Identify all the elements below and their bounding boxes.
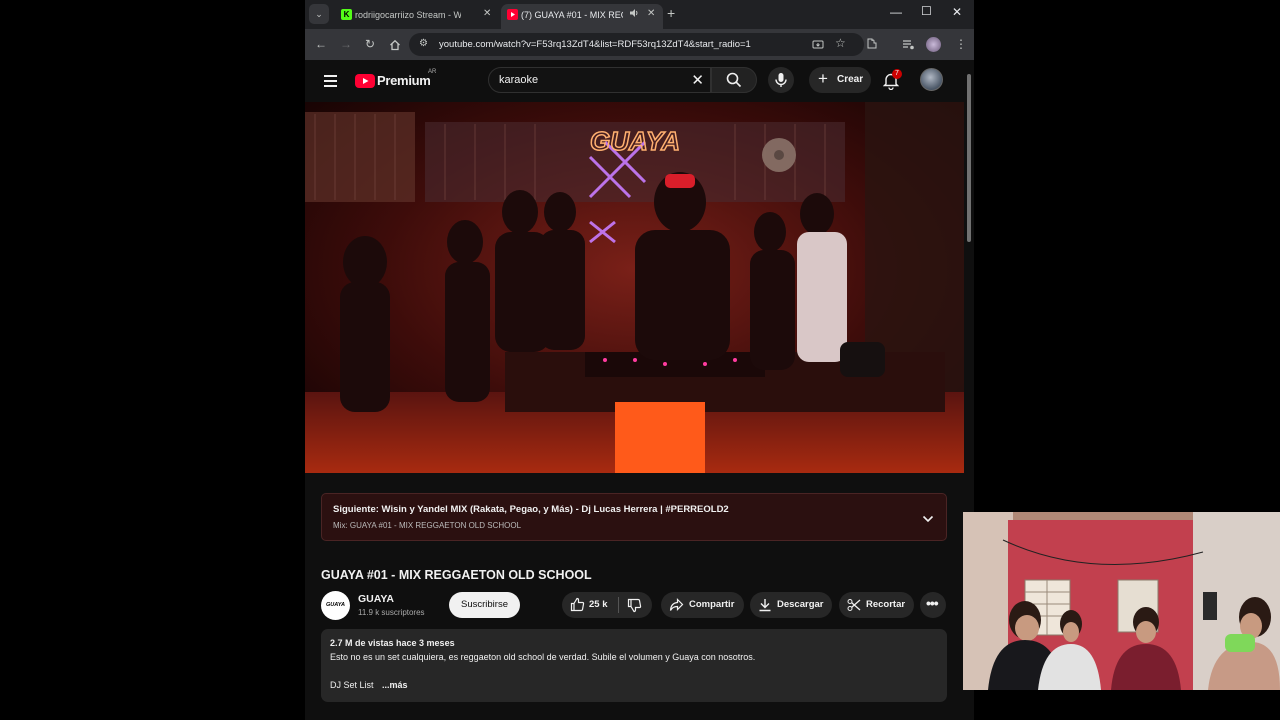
tab-youtube[interactable]: (7) GUAYA #01 - MIX REGG ✕	[501, 4, 663, 29]
channel-avatar[interactable]: GUAYA	[321, 591, 350, 620]
subscribe-button[interactable]: Suscribirse	[449, 592, 520, 618]
close-window-icon[interactable]: ✕	[952, 5, 962, 19]
share-label: Compartir	[689, 599, 735, 610]
view-count-date: 2.7 M de vistas hace 3 meses	[330, 638, 455, 648]
playlist-name: Mix: GUAYA #01 - MIX REGGAETON OLD SCHOO…	[333, 521, 522, 530]
clear-search-icon[interactable]: ✕	[691, 71, 704, 89]
download-button[interactable]: Descargar	[750, 592, 832, 618]
notifications-button[interactable]: 7	[882, 69, 902, 90]
search-input[interactable]: karaoke ✕	[488, 67, 711, 93]
neon-sign: GUAYA	[590, 126, 680, 156]
profile-avatar-icon[interactable]	[926, 37, 941, 52]
show-more-link[interactable]: ...más	[382, 680, 408, 690]
youtube-logo[interactable]: Premium AR	[355, 69, 445, 90]
kick-icon: K	[341, 9, 352, 20]
channel-name[interactable]: GUAYA	[358, 593, 394, 605]
media-control-icon[interactable]	[902, 38, 915, 56]
scrollbar-thumb[interactable]	[967, 74, 971, 242]
dislike-divider	[618, 597, 619, 613]
maximize-icon[interactable]: ☐	[921, 4, 932, 18]
youtube-icon	[355, 74, 375, 88]
hamburger-menu-icon[interactable]	[324, 75, 337, 90]
tab-title: (7) GUAYA #01 - MIX REGG	[521, 10, 623, 20]
video-player[interactable]: GUAYA	[305, 102, 964, 473]
notification-badge: 7	[892, 69, 902, 79]
extensions-icon[interactable]	[865, 37, 878, 55]
clip-button[interactable]: Recortar	[839, 592, 914, 618]
scissors-icon	[847, 599, 861, 611]
up-next-title: Siguiente: Wisin y Yandel MIX (Rakata, P…	[333, 504, 729, 515]
youtube-icon	[507, 9, 518, 20]
dislike-button[interactable]	[620, 592, 652, 618]
search-button[interactable]	[711, 67, 757, 93]
subscriber-count: 11.9 k suscriptores	[358, 608, 425, 617]
youtube-header: Premium AR karaoke ✕ + Crear 7	[305, 60, 974, 102]
download-icon	[759, 599, 771, 612]
like-count: 25 k	[589, 599, 608, 610]
webcam-feed	[963, 512, 1280, 690]
create-label: Crear	[837, 74, 864, 85]
back-icon[interactable]: ←	[315, 37, 327, 51]
forward-icon[interactable]: →	[340, 37, 352, 51]
close-tab-icon[interactable]: ✕	[483, 8, 491, 19]
site-info-icon[interactable]: ⚙	[419, 38, 428, 49]
more-actions-button[interactable]: •••	[920, 592, 946, 618]
up-next-panel[interactable]: Siguiente: Wisin y Yandel MIX (Rakata, P…	[321, 493, 947, 541]
tab-kick[interactable]: K rodriigocarriizo Stream - Watch ✕	[335, 4, 495, 29]
share-icon	[669, 598, 684, 611]
clip-label: Recortar	[866, 599, 906, 610]
tab-strip: ⌄ K rodriigocarriizo Stream - Watch ✕ (7…	[305, 0, 974, 29]
thumbs-down-icon	[627, 598, 642, 613]
more-horizontal-icon: •••	[926, 595, 939, 611]
setlist-label: DJ Set List	[330, 680, 374, 690]
tab-title: rodriigocarriizo Stream - Watch	[355, 10, 461, 20]
create-button[interactable]: + Crear	[809, 67, 871, 93]
browser-window: ⌄ K rodriigocarriizo Stream - Watch ✕ (7…	[305, 0, 974, 720]
like-button[interactable]: 25 k	[562, 592, 614, 618]
country-code: AR	[428, 69, 437, 75]
new-tab-plus-icon[interactable]: +	[667, 5, 675, 21]
reload-icon[interactable]: ↻	[365, 37, 375, 51]
close-tab-icon[interactable]: ✕	[647, 8, 655, 19]
address-bar[interactable]: ⚙ youtube.com/watch?v=F53rq13ZdT4&list=R…	[409, 33, 864, 56]
bookmark-star-icon[interactable]: ☆	[835, 36, 846, 50]
voice-search-button[interactable]	[768, 67, 794, 93]
menu-kebab-icon[interactable]: ⋮	[955, 37, 967, 51]
minimize-icon[interactable]: —	[890, 5, 902, 19]
share-button[interactable]: Compartir	[661, 592, 744, 618]
description-box[interactable]: 2.7 M de vistas hace 3 meses Esto no es …	[321, 629, 947, 702]
speaker-icon[interactable]	[629, 8, 639, 20]
search-icon	[726, 72, 742, 88]
tab-search-button[interactable]: ⌄	[309, 4, 329, 24]
webcam-overlay	[963, 512, 1280, 690]
microphone-icon	[775, 73, 787, 87]
download-label: Descargar	[777, 599, 824, 610]
video-frame: GUAYA	[305, 102, 964, 473]
description-text: Esto no es un set cualquiera, es reggaet…	[330, 652, 756, 662]
account-avatar[interactable]	[920, 68, 943, 91]
install-app-icon[interactable]	[812, 38, 824, 56]
video-title: GUAYA #01 - MIX REGGAETON OLD SCHOOL	[321, 568, 592, 582]
logo-text: Premium	[377, 73, 431, 88]
url-text[interactable]: youtube.com/watch?v=F53rq13ZdT4&list=RDF…	[439, 39, 751, 50]
thumbs-up-icon	[570, 597, 585, 612]
like-dislike-group: 25 k	[562, 592, 652, 618]
plus-icon: +	[818, 69, 828, 88]
browser-toolbar: ← → ↻ ⚙ youtube.com/watch?v=F53rq13ZdT4&…	[305, 29, 974, 60]
search-query[interactable]: karaoke	[499, 74, 538, 86]
chevron-down-icon[interactable]	[922, 511, 934, 529]
home-icon[interactable]	[389, 38, 401, 56]
